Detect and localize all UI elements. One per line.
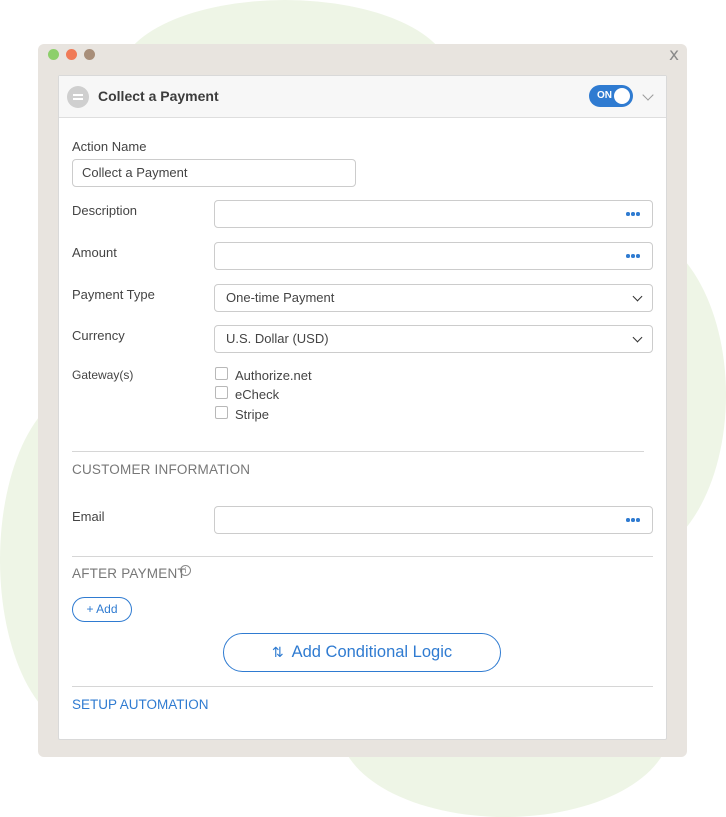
currency-value: U.S. Dollar (USD) bbox=[226, 331, 329, 346]
payment-card-icon bbox=[67, 86, 89, 108]
email-field[interactable] bbox=[214, 506, 653, 534]
chevron-down-icon bbox=[632, 291, 643, 302]
customer-info-title: CUSTOMER INFORMATION bbox=[72, 462, 251, 477]
add-button[interactable]: + Add bbox=[72, 597, 132, 622]
toggle-knob bbox=[614, 88, 630, 104]
after-payment-title: AFTER PAYMENT bbox=[72, 566, 186, 581]
add-conditional-logic-button[interactable]: ⇅ Add Conditional Logic bbox=[223, 633, 501, 672]
info-icon[interactable]: i bbox=[180, 565, 191, 576]
payment-type-value: One-time Payment bbox=[226, 290, 335, 305]
gateway-authorize-label[interactable]: Authorize.net bbox=[235, 368, 312, 383]
description-field[interactable] bbox=[214, 200, 653, 228]
action-name-label: Action Name bbox=[72, 139, 147, 154]
panel-title: Collect a Payment bbox=[98, 88, 219, 104]
window-dot-green[interactable] bbox=[48, 49, 59, 60]
more-dots-icon[interactable] bbox=[626, 212, 640, 216]
setup-automation-link[interactable]: SETUP AUTOMATION bbox=[72, 697, 209, 712]
gateway-echeck-checkbox[interactable] bbox=[215, 386, 228, 399]
gateways-label: Gateway(s) bbox=[72, 368, 134, 382]
gateway-echeck-label[interactable]: eCheck bbox=[235, 387, 279, 402]
chevron-down-icon bbox=[632, 332, 643, 343]
conditional-logic-icon: ⇅ bbox=[271, 645, 284, 661]
close-icon[interactable]: x bbox=[669, 44, 679, 66]
payment-type-select[interactable]: One-time Payment bbox=[214, 284, 653, 312]
amount-label: Amount bbox=[72, 245, 117, 260]
currency-select[interactable]: U.S. Dollar (USD) bbox=[214, 325, 653, 353]
panel-header[interactable]: Collect a Payment ON bbox=[59, 76, 666, 118]
more-dots-icon[interactable] bbox=[626, 518, 640, 522]
amount-field[interactable] bbox=[214, 242, 653, 270]
conditional-logic-label: Add Conditional Logic bbox=[291, 643, 453, 661]
section-divider bbox=[72, 686, 653, 687]
chevron-down-icon[interactable] bbox=[642, 89, 654, 101]
section-divider bbox=[72, 451, 644, 452]
window-dot-brown[interactable] bbox=[84, 49, 95, 60]
gateway-authorize-checkbox[interactable] bbox=[215, 367, 228, 380]
payment-type-label: Payment Type bbox=[72, 287, 155, 302]
section-divider bbox=[72, 556, 653, 557]
gateway-stripe-label[interactable]: Stripe bbox=[235, 407, 269, 422]
window-dot-red[interactable] bbox=[66, 49, 77, 60]
currency-label: Currency bbox=[72, 328, 125, 343]
toggle-label: ON bbox=[597, 90, 612, 101]
action-name-field[interactable]: Collect a Payment bbox=[72, 159, 356, 187]
more-dots-icon[interactable] bbox=[626, 254, 640, 258]
description-label: Description bbox=[72, 203, 138, 218]
on-toggle[interactable]: ON bbox=[589, 85, 633, 107]
email-label: Email bbox=[72, 509, 105, 524]
gateway-stripe-checkbox[interactable] bbox=[215, 406, 228, 419]
